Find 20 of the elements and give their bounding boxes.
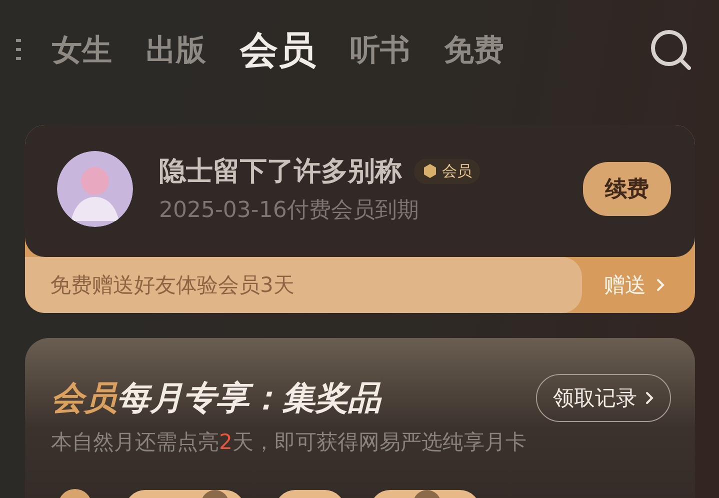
nav-tab[interactable]: 免费 bbox=[444, 22, 504, 78]
member-badge: 会员 bbox=[414, 158, 480, 184]
search-icon[interactable] bbox=[649, 28, 693, 72]
nav-tab[interactable]: 会员 bbox=[240, 22, 316, 78]
chevron-icon bbox=[645, 391, 654, 405]
gift-text: 免费赠送好友体验会员3天 bbox=[25, 257, 582, 313]
user-name: 隐士留下了许多别称 bbox=[159, 155, 402, 189]
gift-button[interactable]: 赠送 bbox=[582, 271, 695, 299]
nav-tab[interactable]: 出版 bbox=[146, 22, 206, 78]
title-highlight: 会员 bbox=[51, 376, 117, 418]
nav-tab[interactable]: 女生 bbox=[52, 22, 112, 78]
card-title: 每月专享：集奖品 bbox=[117, 376, 381, 418]
avatar[interactable] bbox=[57, 151, 133, 227]
records-button[interactable]: 领取记录 bbox=[536, 374, 671, 422]
expiry-date: 2025-03-16付费会员到期 bbox=[159, 197, 420, 225]
more-icon[interactable] bbox=[14, 38, 24, 62]
progress-hint: 本自然月还需点亮2天，即可获得网易严选纯享月卡 bbox=[51, 429, 528, 456]
renew-button[interactable]: 续费 bbox=[583, 162, 671, 216]
chevron-icon bbox=[656, 278, 665, 292]
nav-tab[interactable]: 听书 bbox=[350, 22, 410, 78]
